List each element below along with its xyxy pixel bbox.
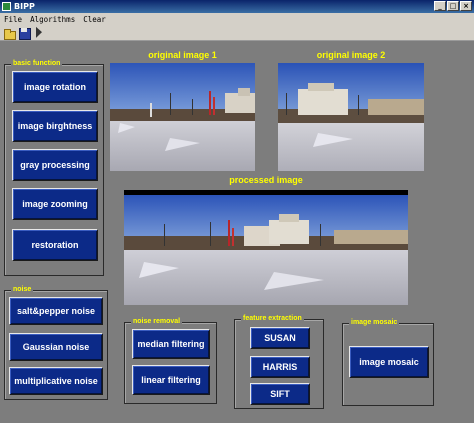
basic-function-panel: basic function image rotation image birg… — [4, 59, 104, 276]
gaussian-noise-button[interactable]: Gaussian noise — [9, 333, 103, 361]
susan-button[interactable]: SUSAN — [250, 327, 310, 349]
noise-removal-title: noise removal — [131, 317, 183, 327]
maximize-button[interactable]: □ — [447, 1, 459, 11]
menu-clear[interactable]: Clear — [83, 15, 106, 24]
processed-image-caption: processed image — [229, 175, 303, 185]
minimize-button[interactable]: _ — [434, 1, 446, 11]
sift-button[interactable]: SIFT — [250, 383, 310, 405]
feature-extraction-panel: feature extraction SUSAN HARRIS SIFT — [234, 314, 324, 409]
original-image-2-caption: original image 2 — [316, 50, 386, 60]
figure-canvas: basic function image rotation image birg… — [0, 41, 474, 423]
median-filtering-button[interactable]: median filtering — [132, 329, 210, 359]
image-brightness-button[interactable]: image birghtness — [12, 110, 98, 142]
pointer-icon[interactable] — [33, 27, 45, 39]
salt-pepper-noise-button[interactable]: salt&pepper noise — [9, 297, 103, 325]
menu-bar: File Algorithms Clear — [0, 13, 474, 25]
image-zooming-button[interactable]: image zooming — [12, 188, 98, 220]
menu-file[interactable]: File — [4, 15, 22, 24]
feature-extraction-title: feature extraction — [241, 314, 304, 324]
open-icon[interactable] — [3, 27, 16, 40]
harris-button[interactable]: HARRIS — [250, 356, 310, 378]
toolbar — [0, 25, 474, 41]
processed-image — [124, 190, 408, 305]
noise-title: noise — [11, 285, 34, 295]
app-icon — [2, 2, 11, 11]
image-mosaic-title: image mosaic — [349, 318, 400, 328]
original-image-1-caption: original image 1 — [148, 50, 217, 60]
close-button[interactable]: × — [460, 1, 472, 11]
title-bar: BIPP _ □ × — [0, 0, 474, 13]
linear-filtering-button[interactable]: linear filtering — [132, 365, 210, 395]
basic-function-title: basic function — [11, 59, 63, 69]
restoration-button[interactable]: restoration — [12, 229, 98, 261]
image-rotation-button[interactable]: image rotation — [12, 71, 98, 103]
image-mosaic-panel: image mosaic image mosaic — [342, 318, 434, 406]
save-icon[interactable] — [18, 27, 31, 40]
window-title: BIPP — [14, 2, 35, 11]
original-image-2 — [278, 63, 424, 171]
menu-algorithms[interactable]: Algorithms — [30, 15, 75, 24]
image-mosaic-button[interactable]: image mosaic — [349, 346, 429, 378]
gray-processing-button[interactable]: gray processing — [12, 149, 98, 181]
noise-panel: noise salt&pepper noise Gaussian noise m… — [4, 285, 108, 400]
multiplicative-noise-button[interactable]: multiplicative noise — [9, 367, 103, 395]
noise-removal-panel: noise removal median filtering linear fi… — [124, 317, 217, 404]
original-image-1 — [110, 63, 255, 171]
